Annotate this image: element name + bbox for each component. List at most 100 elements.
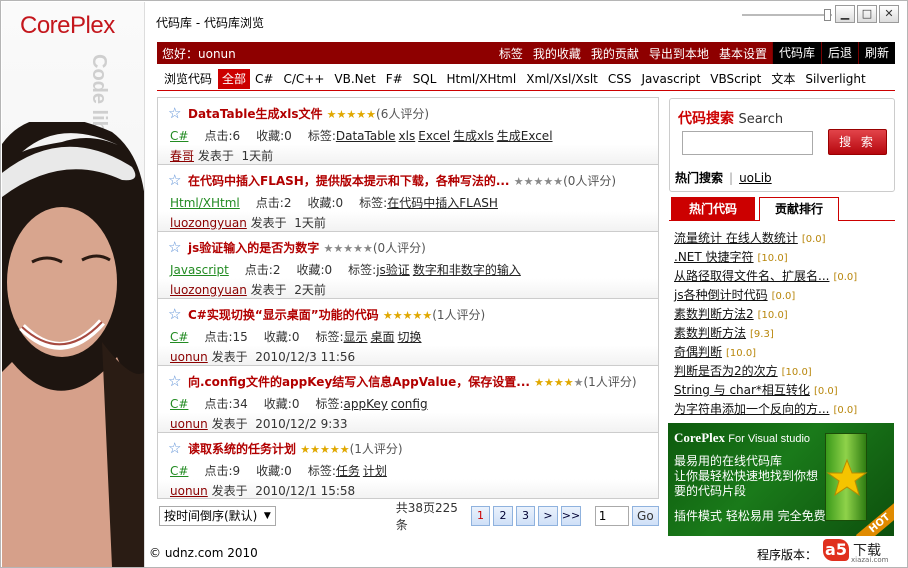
nav-my-favorites[interactable]: 我的收藏 [528,45,586,62]
item-title[interactable]: js验证输入的是否为数字 [188,241,319,255]
nav-refresh[interactable]: 刷新 [857,42,895,64]
lang-tab-text[interactable]: 文本 [766,70,800,87]
item-language[interactable]: Javascript [170,263,229,277]
tag-link[interactable]: config [391,397,428,411]
search-button[interactable]: 搜 索 [828,129,887,155]
nav-export-local[interactable]: 导出到本地 [644,45,714,62]
hot-code-item[interactable]: 奇偶判断 [10.0] [674,344,896,363]
tab-contribution-rank[interactable]: 贡献排行 [759,197,839,221]
nav-my-contributions[interactable]: 我的贡献 [586,45,644,62]
hot-code-title[interactable]: .NET 快捷字符 [674,250,754,264]
close-button[interactable]: ✕ [879,5,899,23]
item-author[interactable]: uonun [170,350,208,364]
item-language[interactable]: C# [170,129,188,143]
lang-tab-javascript[interactable]: Javascript [637,72,706,86]
hot-code-item[interactable]: js各种倒计时代码 [0.0] [674,287,896,306]
last-page-button[interactable]: >> [560,506,581,526]
item-title[interactable]: C#实现切换“显示桌面”功能的代码 [188,308,379,322]
tab-hot-code[interactable]: 热门代码 [671,197,755,221]
tag-link[interactable]: 生成xls [453,129,494,143]
lang-tab-xml[interactable]: Xml/Xsl/Xslt [521,72,603,86]
hot-code-item[interactable]: 判断是否为2的次方 [10.0] [674,363,896,382]
item-title[interactable]: 向.config文件的appKey结写入信息AppValue，保存设置... [188,375,530,389]
lang-tab-csharp[interactable]: C# [250,72,278,86]
hot-code-item[interactable]: String 与 char*相互转化 [0.0] [674,382,896,401]
lang-tab-all[interactable]: 全部 [218,68,251,89]
hot-code-title[interactable]: 判断是否为2的次方 [674,364,778,378]
go-button[interactable]: Go [631,506,659,526]
maximize-button[interactable]: □ [857,5,877,23]
hot-code-title[interactable]: 素数判断方法2 [674,307,754,321]
lang-tab-css[interactable]: CSS [603,72,637,86]
lang-tab-html[interactable]: Html/XHtml [441,72,521,86]
favorite-star-icon[interactable]: ☆ [168,104,181,122]
page-number-input[interactable] [594,506,629,526]
item-language[interactable]: C# [170,464,188,478]
tag-link[interactable]: appKey [344,397,388,411]
minimize-button[interactable]: ▁ [835,5,855,23]
item-language[interactable]: Html/XHtml [170,196,240,210]
hot-code-title[interactable]: 奇偶判断 [674,345,722,359]
lang-tab-vbnet[interactable]: VB.Net [329,72,380,86]
item-title[interactable]: 在代码中插入FLASH，提供版本提示和下载，各种写法的... [188,174,510,188]
tag-link[interactable]: 数字和非数字的输入 [413,263,521,277]
item-author[interactable]: 春哥 [170,149,194,163]
page-button-3[interactable]: 3 [515,506,536,526]
sort-dropdown[interactable]: 按时间倒序(默认) ▼ [159,506,276,526]
lang-tab-cpp[interactable]: C/C++ [278,72,329,86]
hot-code-title[interactable]: js各种倒计时代码 [674,288,768,302]
tag-link[interactable]: js验证 [376,263,410,277]
favs-label: 收藏: [263,330,292,344]
favorite-star-icon[interactable]: ☆ [168,372,181,390]
favorite-star-icon[interactable]: ☆ [168,171,181,189]
hot-code-item[interactable]: 素数判断方法2 [10.0] [674,306,896,325]
favorite-star-icon[interactable]: ☆ [168,439,181,457]
promo-banner[interactable]: CorePlex For Visual studio 最易用的在线代码库 让你最轻… [668,423,894,536]
item-author[interactable]: luozongyuan [170,216,247,230]
item-language[interactable]: C# [170,330,188,344]
search-input[interactable] [682,131,813,155]
item-title[interactable]: 读取系统的任务计划 [188,442,296,456]
nav-basic-settings[interactable]: 基本设置 [714,45,772,62]
hot-code-title[interactable]: String 与 char*相互转化 [674,383,810,397]
favorite-star-icon[interactable]: ☆ [168,238,181,256]
opacity-slider[interactable] [742,9,834,21]
item-author[interactable]: luozongyuan [170,283,247,297]
tag-link[interactable]: 显示 [344,330,368,344]
hot-search-term[interactable]: uoLib [739,171,772,185]
tag-link[interactable]: xls [399,129,416,143]
nav-tags[interactable]: 标签 [494,45,528,62]
hot-code-item[interactable]: 从路径取得文件名、扩展名... [0.0] [674,268,896,287]
hot-code-title[interactable]: 流量统计 在线人数统计 [674,231,798,245]
hot-code-title[interactable]: 素数判断方法 [674,326,746,340]
item-author[interactable]: uonun [170,484,208,498]
tag-link[interactable]: 任务 [336,464,360,478]
page-button-1[interactable]: 1 [470,506,491,526]
tag-link[interactable]: 计划 [363,464,387,478]
tag-link[interactable]: 切换 [398,330,422,344]
slider-handle[interactable] [824,9,831,21]
lang-tab-fsharp[interactable]: F# [381,72,408,86]
lang-tab-silverlight[interactable]: Silverlight [800,72,870,86]
item-author[interactable]: uonun [170,417,208,431]
favorite-star-icon[interactable]: ☆ [168,305,181,323]
hot-code-item[interactable]: 流量统计 在线人数统计 [0.0] [674,230,896,249]
hot-code-item[interactable]: 素数判断方法 [9.3] [674,325,896,344]
tag-link[interactable]: 桌面 [371,330,395,344]
lang-tab-vbscript[interactable]: VBScript [705,72,766,86]
nav-code-library[interactable]: 代码库 [771,42,821,64]
tag-link[interactable]: Excel [418,129,450,143]
hot-code-item[interactable]: 为字符串添加一个反向的方... [0.0] [674,401,896,420]
hot-code-title[interactable]: 为字符串添加一个反向的方... [674,402,829,416]
lang-tab-sql[interactable]: SQL [408,72,442,86]
page-button-2[interactable]: 2 [493,506,513,526]
tag-link[interactable]: DataTable [336,129,396,143]
tag-link[interactable]: 在代码中插入FLASH [387,196,498,210]
nav-back[interactable]: 后退 [820,42,858,64]
next-page-button[interactable]: > [538,506,558,526]
hot-code-title[interactable]: 从路径取得文件名、扩展名... [674,269,829,283]
item-language[interactable]: C# [170,397,188,411]
tag-link[interactable]: 生成Excel [497,129,553,143]
item-title[interactable]: DataTable生成xls文件 [188,107,322,121]
hot-code-item[interactable]: .NET 快捷字符 [10.0] [674,249,896,268]
